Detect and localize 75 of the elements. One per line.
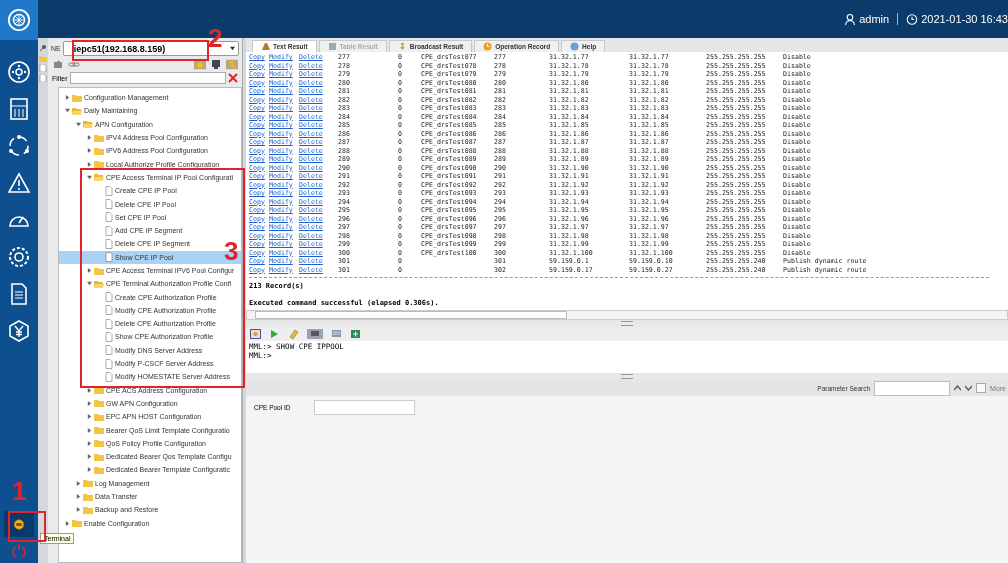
document-icon (105, 332, 113, 342)
horizontal-scrollbar[interactable] (246, 310, 1008, 320)
history-icon[interactable] (331, 329, 342, 339)
save-icon[interactable] (350, 329, 361, 339)
date-time: 2021-01-30 16:43 (921, 13, 1008, 25)
open-folder-icon (94, 173, 104, 182)
expand-arrow-icon (65, 520, 70, 526)
close-icon[interactable] (228, 73, 238, 83)
expand-arrow-icon (87, 135, 92, 141)
document-icon (105, 238, 113, 249)
more-checkbox[interactable] (976, 383, 987, 393)
caret-icon (230, 46, 235, 51)
parameter-search-field[interactable] (874, 380, 951, 396)
help-icon (570, 42, 580, 51)
open-folder-icon (83, 120, 93, 129)
folder-icon (72, 93, 82, 102)
document-icon (105, 371, 113, 382)
logo-icon[interactable] (7, 8, 31, 32)
expand-arrow-icon (87, 148, 92, 154)
collapse-arrow-icon (87, 281, 92, 287)
clock-icon (906, 13, 919, 25)
document-icon (105, 185, 113, 196)
expand-arrow-icon (87, 268, 92, 273)
eraser-icon[interactable] (288, 329, 299, 339)
expand-arrow-icon (76, 480, 81, 486)
expand-arrow-icon (87, 454, 92, 460)
annotation-frame (8, 511, 46, 542)
expand-arrow-icon (87, 427, 92, 433)
monitor-icon[interactable] (210, 58, 222, 70)
folder-icon (94, 266, 104, 275)
parameter-field[interactable] (314, 399, 415, 415)
document-icon (105, 318, 113, 329)
expand-arrow-icon (87, 467, 92, 473)
clock-icon (483, 42, 493, 51)
document-icon (105, 292, 113, 303)
import-icon[interactable] (250, 329, 261, 339)
collapse-arrow-icon (76, 121, 81, 127)
puzzle-icon[interactable] (52, 58, 64, 70)
expand-arrow-icon (87, 161, 92, 167)
expand-arrow-icon (87, 414, 92, 420)
document-icon (105, 252, 113, 263)
yen-icon[interactable] (7, 319, 31, 343)
filter-field[interactable] (69, 72, 226, 84)
cycle-icon[interactable] (7, 134, 31, 158)
document-icon (105, 345, 113, 356)
folder-icon (39, 54, 47, 62)
user-icon (844, 13, 857, 25)
table-icon (327, 42, 337, 51)
open-folder-icon (94, 279, 104, 288)
gear-icon[interactable] (7, 245, 31, 269)
document-icon (105, 212, 113, 223)
expand-arrow-icon (87, 400, 92, 406)
expand-arrow-icon (76, 507, 81, 513)
run-icon[interactable] (269, 329, 280, 339)
open-folder-icon (72, 106, 82, 115)
terminal-icon (13, 518, 25, 530)
warning-icon[interactable] (7, 171, 31, 195)
settings-icon[interactable] (7, 60, 31, 84)
calculator-icon[interactable] (7, 97, 31, 121)
document-icon (105, 358, 113, 369)
expand-arrow-icon (87, 387, 92, 393)
document-icon (105, 225, 113, 236)
console-mode-icon[interactable] (307, 329, 323, 339)
user-name[interactable]: admin (859, 13, 890, 25)
splitter-handle[interactable] (246, 373, 1008, 380)
expand-arrow-icon (65, 95, 70, 101)
document-icon (105, 305, 113, 316)
collapse-arrow-icon (65, 108, 70, 114)
expand-arrow-icon (76, 494, 81, 500)
collapse-arrow-icon (87, 174, 92, 180)
annotation-number: 1 (12, 480, 27, 502)
expand-arrow-icon (87, 440, 92, 446)
document-icon (105, 199, 113, 209)
splitter-handle[interactable] (246, 320, 1008, 327)
key-icon (39, 44, 47, 52)
